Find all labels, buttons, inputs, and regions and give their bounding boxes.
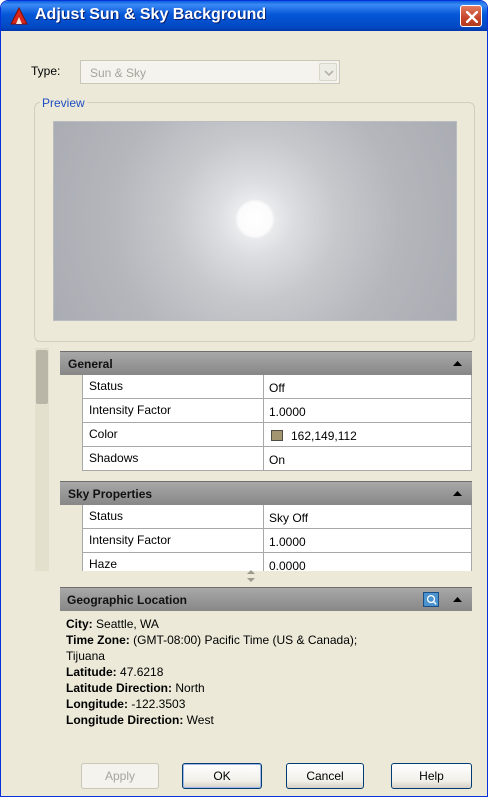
prop-row-general-intensity[interactable]: Intensity Factor 1.0000 bbox=[60, 399, 472, 423]
geo-londir-value: West bbox=[186, 713, 214, 727]
row-gutter bbox=[60, 553, 82, 571]
collapse-up-icon[interactable] bbox=[453, 361, 462, 366]
prop-name: Status bbox=[82, 505, 264, 529]
sky-category-label: Sky Properties bbox=[68, 487, 153, 501]
cancel-button[interactable]: Cancel bbox=[286, 763, 364, 789]
prop-name: Intensity Factor bbox=[82, 399, 264, 423]
prop-value[interactable]: Sky Off bbox=[264, 505, 472, 529]
row-gutter bbox=[60, 505, 82, 529]
scrollbar-thumb[interactable] bbox=[36, 350, 48, 404]
geo-city-line: City: Seattle, WA bbox=[66, 616, 466, 632]
geographic-location-panel: Geographic Location City: Seattle, WA Ti… bbox=[60, 587, 472, 751]
general-category-label: General bbox=[68, 357, 113, 371]
prop-value[interactable]: Off bbox=[264, 375, 472, 399]
geo-category-header[interactable]: Geographic Location bbox=[60, 587, 472, 611]
sky-category-header[interactable]: Sky Properties bbox=[60, 481, 472, 505]
prop-row-general-status[interactable]: Status Off bbox=[60, 375, 472, 399]
prop-value-color[interactable]: 162,149,112 bbox=[264, 423, 472, 447]
prop-name: Status bbox=[82, 375, 264, 399]
prop-value[interactable]: 1.0000 bbox=[264, 399, 472, 423]
color-value-text: 162,149,112 bbox=[291, 429, 357, 443]
collapse-up-icon[interactable] bbox=[453, 597, 462, 602]
geo-timezone-label: Time Zone: bbox=[66, 633, 130, 647]
map-location-icon[interactable] bbox=[423, 592, 439, 607]
geo-latdir-line: Latitude Direction: North bbox=[66, 680, 466, 696]
prop-row-general-color[interactable]: Color 162,149,112 bbox=[60, 423, 472, 447]
apply-button[interactable]: Apply bbox=[81, 763, 159, 789]
prop-row-sky-intensity[interactable]: Intensity Factor 1.0000 bbox=[60, 529, 472, 553]
prop-value[interactable]: 1.0000 bbox=[264, 529, 472, 553]
window-title: Adjust Sun & Sky Background bbox=[35, 6, 267, 23]
geo-latdir-value: North bbox=[175, 681, 205, 695]
geo-category-label: Geographic Location bbox=[67, 593, 188, 607]
prop-name: Haze bbox=[82, 553, 264, 571]
geo-timezone-line: Time Zone: (GMT-08:00) Pacific Time (US … bbox=[66, 632, 466, 648]
geo-timezone-value: (GMT-08:00) Pacific Time (US & Canada); bbox=[133, 633, 358, 647]
geo-city-value: Seattle, WA bbox=[96, 617, 159, 631]
geo-details: City: Seattle, WA Time Zone: (GMT-08:00)… bbox=[66, 616, 466, 728]
geo-latdir-label: Latitude Direction: bbox=[66, 681, 173, 695]
row-gutter bbox=[60, 447, 82, 471]
title-bar[interactable]: Adjust Sun & Sky Background bbox=[1, 1, 487, 31]
collapse-up-icon[interactable] bbox=[453, 491, 462, 496]
geo-latitude-value: 47.6218 bbox=[120, 665, 164, 679]
geo-longitude-value: -122.3503 bbox=[131, 697, 186, 711]
prop-name: Shadows bbox=[82, 447, 264, 471]
splitter-grip-icon[interactable] bbox=[246, 569, 256, 583]
geo-londir-label: Longitude Direction: bbox=[66, 713, 184, 727]
dialog-window: Adjust Sun & Sky Background Type: Sun & … bbox=[0, 0, 488, 797]
help-button[interactable]: Help bbox=[391, 763, 472, 789]
prop-row-general-shadows[interactable]: Shadows On bbox=[60, 447, 472, 471]
prop-row-sky-status[interactable]: Status Sky Off bbox=[60, 505, 472, 529]
row-gutter bbox=[60, 529, 82, 553]
autocad-app-icon bbox=[10, 7, 28, 25]
close-icon bbox=[466, 11, 478, 23]
type-label: Type: bbox=[31, 64, 61, 78]
geo-latitude-line: Latitude: 47.6218 bbox=[66, 664, 466, 680]
prop-value[interactable]: On bbox=[264, 447, 472, 471]
ok-button[interactable]: OK bbox=[182, 763, 262, 789]
general-category-header[interactable]: General bbox=[60, 351, 472, 375]
type-dropdown-value: Sun & Sky bbox=[90, 66, 147, 80]
type-dropdown[interactable]: Sun & Sky bbox=[80, 60, 340, 84]
close-button[interactable] bbox=[460, 5, 482, 27]
row-gutter bbox=[60, 399, 82, 423]
preview-legend: Preview bbox=[40, 96, 87, 110]
row-gutter bbox=[60, 375, 82, 399]
sun-sky-preview-image bbox=[53, 121, 457, 321]
geo-timezone-cont: Tijuana bbox=[66, 649, 105, 663]
prop-value[interactable]: 0.0000 bbox=[264, 553, 472, 571]
prop-row-sky-haze[interactable]: Haze 0.0000 bbox=[60, 553, 472, 571]
row-gutter bbox=[60, 423, 82, 447]
geo-longitude-line: Longitude: -122.3503 bbox=[66, 696, 466, 712]
dropdown-arrow-button[interactable] bbox=[319, 63, 337, 81]
geo-city-label: City: bbox=[66, 617, 93, 631]
prop-name: Intensity Factor bbox=[82, 529, 264, 553]
properties-scrollbar[interactable] bbox=[35, 348, 49, 571]
chevron-down-icon bbox=[324, 70, 334, 76]
geo-longitude-label: Longitude: bbox=[66, 697, 128, 711]
prop-name: Color bbox=[82, 423, 264, 447]
color-swatch-icon bbox=[271, 430, 283, 441]
geo-londir-line: Longitude Direction: West bbox=[66, 712, 466, 728]
geo-latitude-label: Latitude: bbox=[66, 665, 117, 679]
